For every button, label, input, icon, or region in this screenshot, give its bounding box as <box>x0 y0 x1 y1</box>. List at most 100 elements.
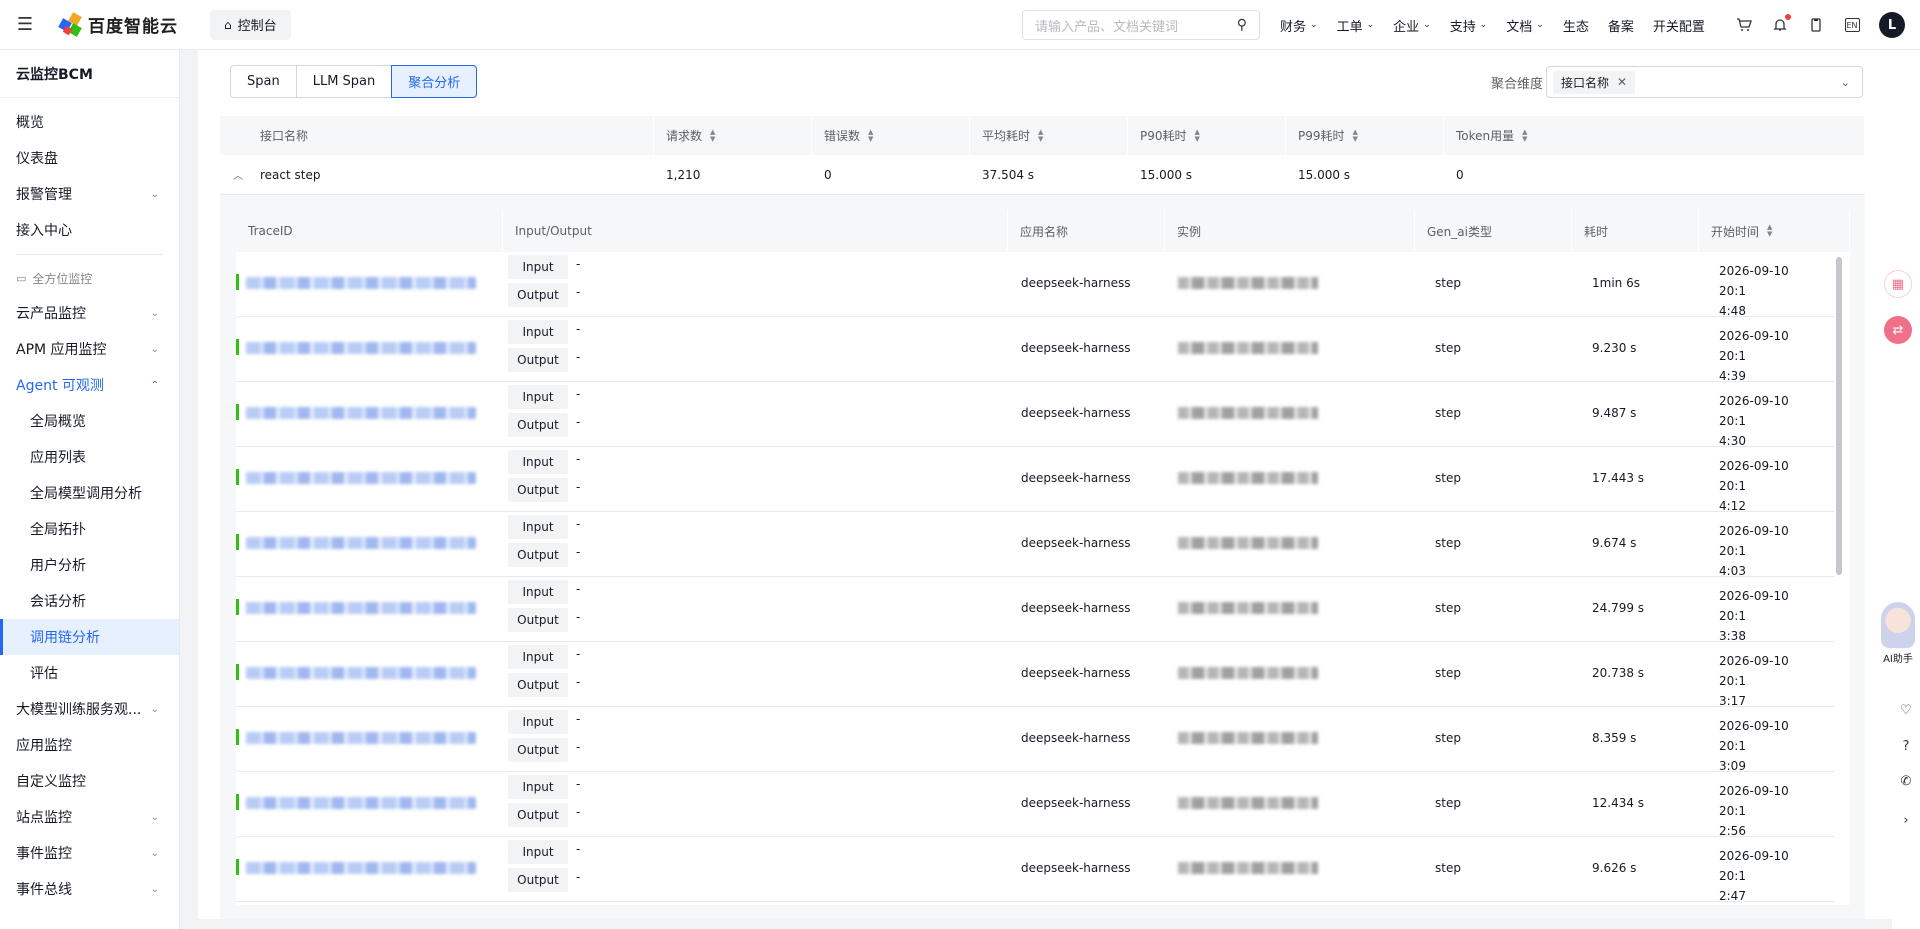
table-row[interactable]: Input Output - - deepseek-harness step 8.359 s… <box>236 707 1834 773</box>
sidebar-item[interactable]: 自定义监控 <box>0 763 179 799</box>
sidebar-subitem[interactable]: 用户分析 <box>0 547 179 583</box>
sidebar-item[interactable]: Agent 可观测 ⌃ <box>0 367 179 403</box>
trace-id-link-redacted[interactable] <box>246 342 476 354</box>
translate-icon[interactable]: ⇄ <box>1884 316 1912 344</box>
table-row[interactable]: Input Output - - deepseek-harness step 12.434 … <box>236 772 1834 838</box>
outer-column-header[interactable]: 错误数 ▲ ▼ <box>812 116 970 155</box>
outer-table-row[interactable]: ︿ react step 1,210 0 37.504 s 15.000 s 15.000… <box>220 155 1865 195</box>
trace-id-link-redacted[interactable] <box>246 862 476 874</box>
outer-column-header[interactable]: 请求数 ▲ ▼ <box>654 116 812 155</box>
phone-icon[interactable]: ✆ <box>1896 771 1916 791</box>
chevron-up-icon[interactable]: ⌃ <box>151 380 159 391</box>
outer-column-header[interactable]: Token用量 ▲ ▼ <box>1444 116 1865 155</box>
brand-logo[interactable]: 百度智能云 <box>58 11 195 37</box>
trace-id-link-redacted[interactable] <box>246 277 476 289</box>
input-tag[interactable]: Input <box>508 710 568 734</box>
sidebar-subitem[interactable]: 全局拓扑 <box>0 511 179 547</box>
tag-close-icon[interactable]: ✕ <box>1617 75 1627 89</box>
topnav-item[interactable]: 文档 ⌄ <box>1506 16 1544 35</box>
tab-2[interactable]: 聚合分析 <box>391 65 478 98</box>
tab-0[interactable]: Span <box>230 65 297 98</box>
input-tag[interactable]: Input <box>508 320 568 344</box>
topnav-item[interactable]: 财务 ⌄ <box>1280 16 1318 35</box>
console-button[interactable]: ⌂ 控制台 <box>210 9 291 40</box>
input-tag[interactable]: Input <box>508 580 568 604</box>
input-tag[interactable]: Input <box>508 385 568 409</box>
language-icon[interactable]: EN <box>1843 16 1861 34</box>
trace-id-link-redacted[interactable] <box>246 472 476 484</box>
chevron-right-icon[interactable]: › <box>1896 810 1916 830</box>
input-tag[interactable]: Input <box>508 645 568 669</box>
sidebar-item[interactable]: 云产品监控 ⌄ <box>0 295 179 331</box>
output-tag[interactable]: Output <box>508 868 568 892</box>
sidebar-item[interactable]: 站点监控 ⌄ <box>0 799 179 835</box>
sort-icon[interactable]: ▲ ▼ <box>1522 128 1527 143</box>
table-row[interactable]: Input Output - - deepseek-harness step 24.799 … <box>236 577 1834 643</box>
trace-id-link-redacted[interactable] <box>246 732 476 744</box>
sidebar-subitem[interactable]: 应用列表 <box>0 439 179 475</box>
chevron-down-icon[interactable]: ⌄ <box>151 848 159 859</box>
sidebar-subitem[interactable]: 全局概览 <box>0 403 179 439</box>
trace-id-link-redacted[interactable] <box>246 797 476 809</box>
topnav-item[interactable]: 支持 ⌄ <box>1450 16 1488 35</box>
input-tag[interactable]: Input <box>508 450 568 474</box>
trace-id-link-redacted[interactable] <box>246 602 476 614</box>
sidebar-subitem[interactable]: 全局模型调用分析 <box>0 475 179 511</box>
trace-id-link-redacted[interactable] <box>246 537 476 549</box>
table-row[interactable]: Input Output - - deepseek-harness step 9.487 s… <box>236 382 1834 448</box>
input-tag[interactable]: Input <box>508 515 568 539</box>
sort-icon[interactable]: ▲ ▼ <box>1767 224 1772 238</box>
cart-icon[interactable] <box>1735 16 1753 34</box>
outer-column-header[interactable]: P90耗时 ▲ ▼ <box>1128 116 1286 155</box>
sort-icon[interactable]: ▲ ▼ <box>1038 128 1043 143</box>
heart-icon[interactable]: ♡ <box>1896 700 1916 720</box>
chevron-down-icon[interactable]: ⌄ <box>151 344 159 355</box>
table-row[interactable]: Input Output - - deepseek-harness step 9.674 s… <box>236 512 1834 578</box>
input-tag[interactable]: Input <box>508 840 568 864</box>
table-row[interactable]: Input Output - - deepseek-harness step 17.443 … <box>236 447 1834 513</box>
aggregate-dimension-select[interactable]: 接口名称 ✕ ⌄ <box>1546 66 1863 98</box>
scrollbar-thumb[interactable] <box>1836 257 1842 575</box>
sidebar-item[interactable]: 仪表盘 <box>0 140 179 176</box>
apps-grid-icon[interactable]: ▦ <box>1884 270 1912 298</box>
trace-id-link-redacted[interactable] <box>246 407 476 419</box>
topnav-item[interactable]: 工单 ⌄ <box>1337 16 1375 35</box>
input-tag[interactable]: Input <box>508 255 568 279</box>
table-row[interactable]: Input Output - - deepseek-harness step 1min 6s… <box>236 252 1834 318</box>
table-row[interactable]: Input Output - - deepseek-harness step 20.738 … <box>236 642 1834 708</box>
output-tag[interactable]: Output <box>508 803 568 827</box>
topnav-item[interactable]: 生态 <box>1563 16 1589 35</box>
ai-helper[interactable]: AI助手 <box>1876 602 1920 668</box>
topnav-item[interactable]: 企业 ⌄ <box>1393 16 1431 35</box>
chevron-down-icon[interactable]: ⌄ <box>151 308 159 319</box>
sidebar-subitem[interactable]: 会话分析 <box>0 583 179 619</box>
trace-table-scrollbar[interactable] <box>1836 255 1844 895</box>
sort-icon[interactable]: ▲ ▼ <box>1195 128 1200 143</box>
sort-icon[interactable]: ▲ ▼ <box>868 128 873 143</box>
trace-column-header[interactable]: 开始时间 ▲ ▼ <box>1699 210 1850 252</box>
table-row[interactable]: Input Output - - deepseek-harness step 9.230 s… <box>236 317 1834 383</box>
bell-icon[interactable] <box>1771 14 1791 34</box>
sidebar-item[interactable]: 报警管理 ⌄ <box>0 176 179 212</box>
trace-id-link-redacted[interactable] <box>246 667 476 679</box>
output-tag[interactable]: Output <box>508 608 568 632</box>
sidebar-item[interactable]: 概览 <box>0 104 179 140</box>
global-search-input[interactable]: 请输入产品、文档关键词 ⚲ <box>1022 10 1260 40</box>
topnav-item[interactable]: 备案 <box>1608 16 1634 35</box>
output-tag[interactable]: Output <box>508 348 568 372</box>
chevron-down-icon[interactable]: ⌄ <box>151 189 159 200</box>
sidebar-item[interactable]: 事件总线 ⌄ <box>0 871 179 907</box>
sidebar-item[interactable]: 大模型训练服务观... ⌄ <box>0 691 179 727</box>
input-tag[interactable]: Input <box>508 775 568 799</box>
sort-icon[interactable]: ▲ ▼ <box>1353 128 1358 143</box>
output-tag[interactable]: Output <box>508 413 568 437</box>
output-tag[interactable]: Output <box>508 673 568 697</box>
clipboard-icon[interactable] <box>1807 16 1825 34</box>
help-icon[interactable]: ? <box>1896 736 1916 756</box>
topnav-item[interactable]: 开关配置 <box>1653 16 1705 35</box>
sidebar-item[interactable]: 应用监控 <box>0 727 179 763</box>
sort-icon[interactable]: ▲ ▼ <box>710 128 715 143</box>
sidebar-subitem[interactable]: 调用链分析 <box>0 619 179 655</box>
search-icon[interactable]: ⚲ <box>1237 17 1247 33</box>
sidebar-item[interactable]: 事件监控 ⌄ <box>0 835 179 871</box>
